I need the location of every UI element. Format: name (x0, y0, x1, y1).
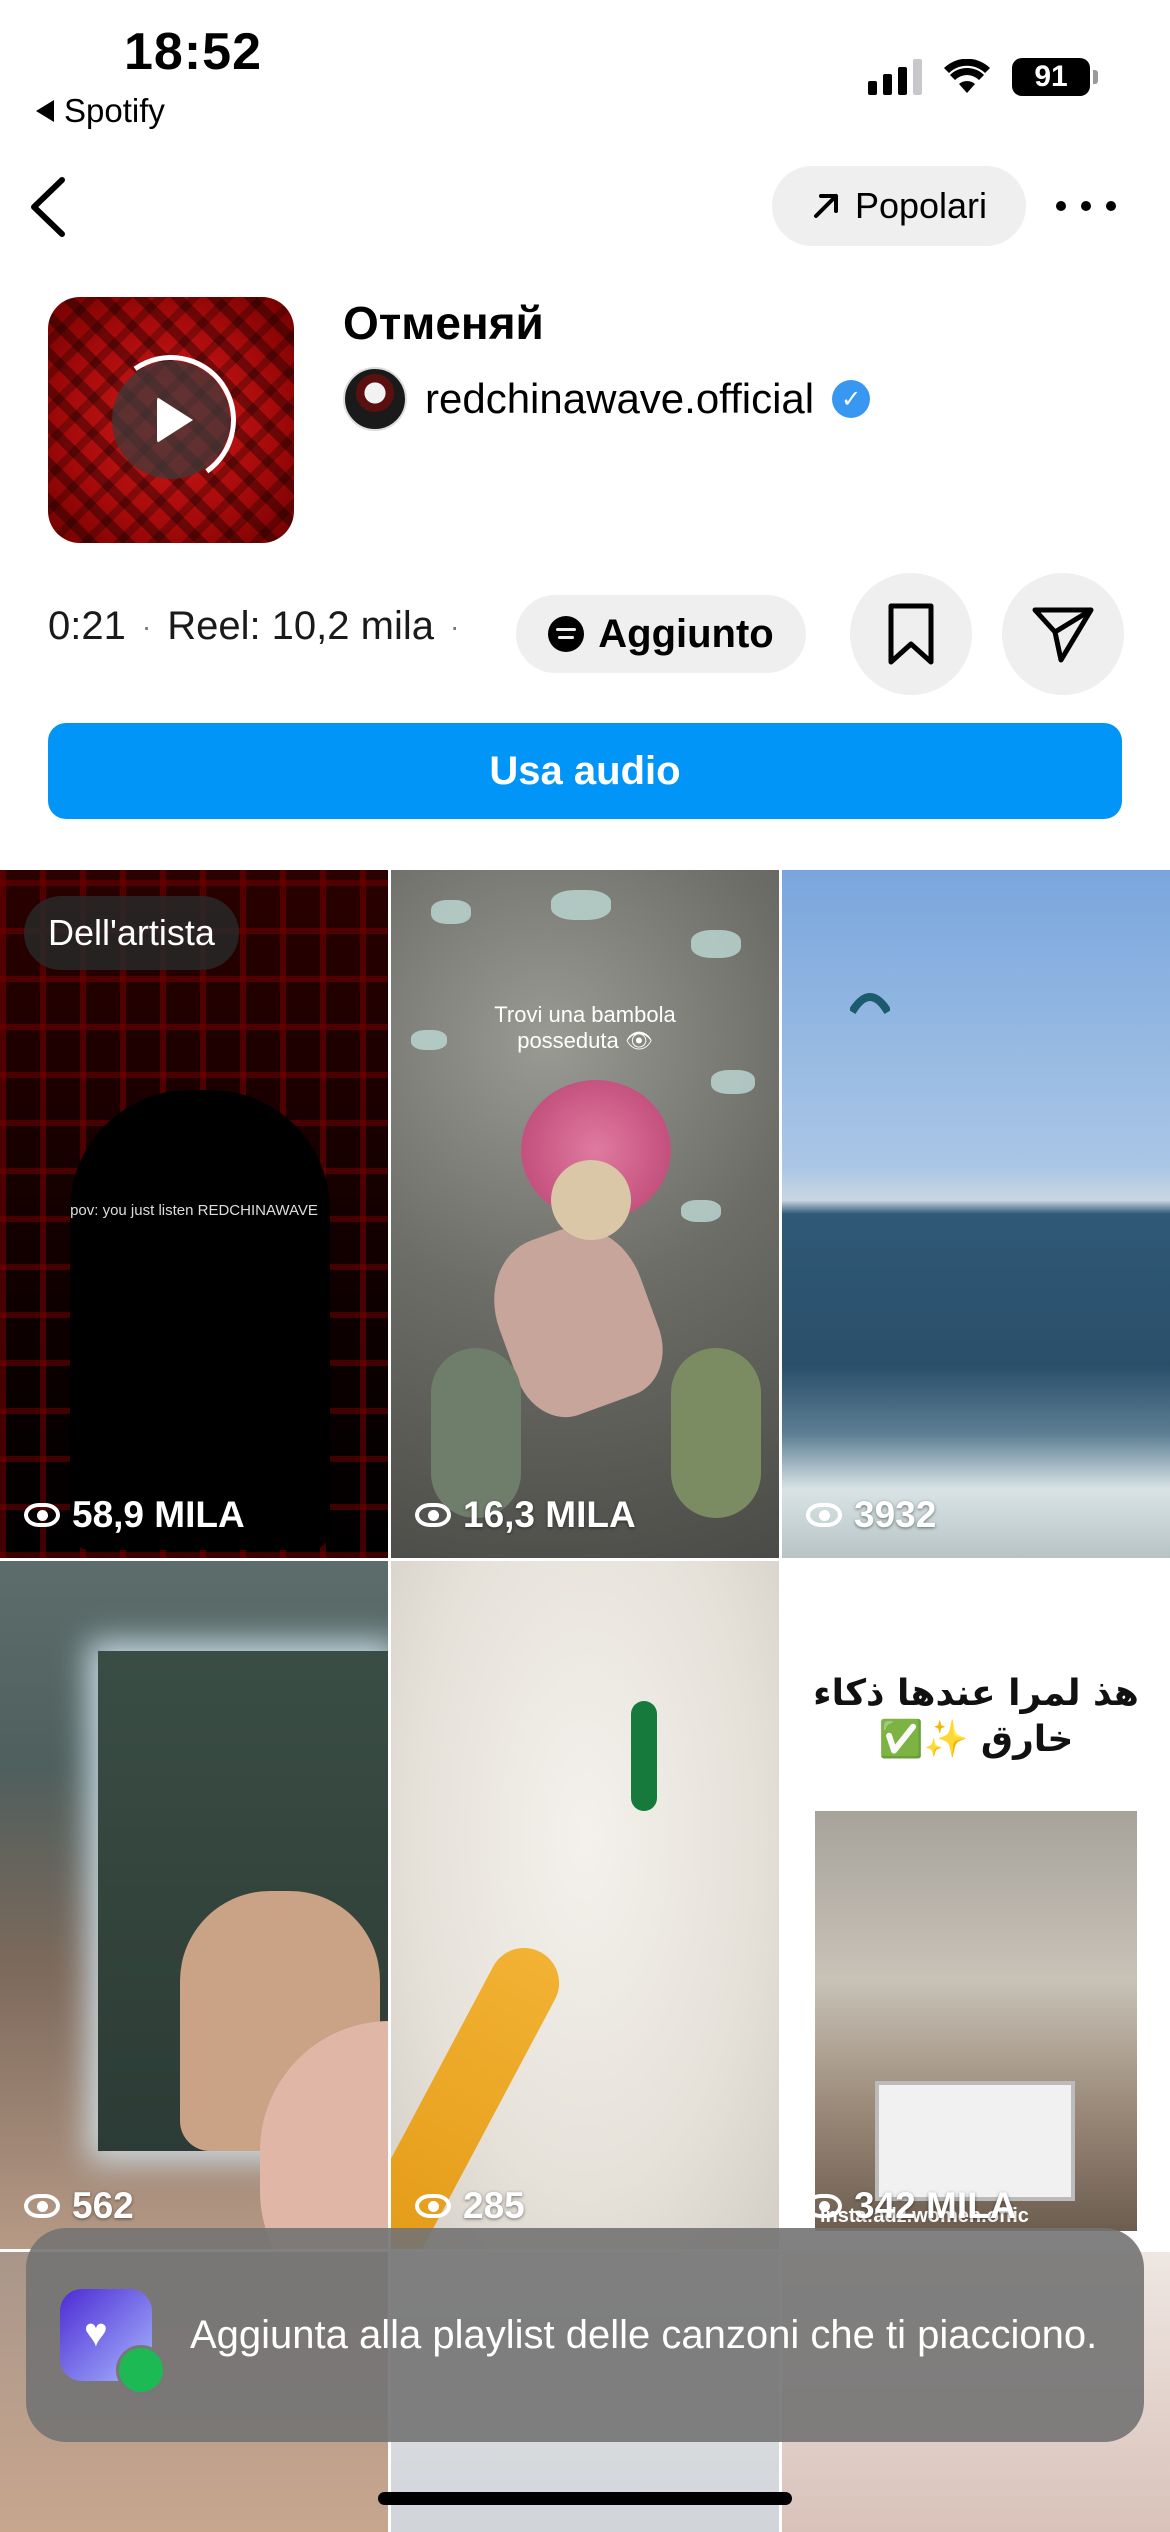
send-icon (1032, 607, 1094, 663)
reel-tile[interactable]: 285 (391, 1561, 779, 2249)
eye-icon (415, 1503, 451, 1527)
spotify-badge-icon (116, 2345, 166, 2395)
status-right: 91 (868, 58, 1098, 96)
reel-tile[interactable]: Dell'artista pov: you just listen REDCHI… (0, 870, 388, 1558)
eye-icon (415, 2194, 451, 2218)
reel-tile[interactable]: Trovi una bambola posseduta 👁 16,3 MILA (391, 870, 779, 1558)
home-indicator[interactable] (378, 2492, 792, 2505)
view-count-value: 562 (72, 2185, 134, 2226)
view-count-value: 285 (463, 2185, 525, 2226)
reel-tile[interactable]: 3932 (782, 870, 1170, 1558)
artist-badge: Dell'artista (24, 896, 239, 970)
use-audio-button[interactable]: Usa audio (48, 723, 1122, 819)
back-app-label: Spotify (64, 92, 165, 129)
view-count-value: 342 MILA (854, 2185, 1017, 2226)
artist-row[interactable]: redchinawave.official ✓ (343, 367, 871, 431)
reel-photo (815, 1811, 1137, 2231)
liked-songs-icon: ♥ (60, 2289, 166, 2395)
eye-icon (24, 1503, 60, 1527)
status-time: 18:52 (124, 23, 262, 81)
play-icon[interactable] (112, 361, 230, 479)
back-to-app-link[interactable]: Spotify (36, 92, 165, 130)
wifi-icon (944, 59, 990, 93)
separator-dot: · (141, 610, 152, 642)
toast-notification[interactable]: ♥ Aggiunta alla playlist delle canzoni c… (26, 2228, 1144, 2442)
view-count: 58,9 MILA (24, 1494, 245, 1536)
reel-caption: pov: you just listen REDCHINAWAVE (70, 1202, 318, 1219)
view-count-value: 16,3 MILA (463, 1494, 636, 1535)
silhouette-image (70, 1090, 330, 1550)
artist-avatar[interactable] (343, 367, 407, 431)
view-count: 16,3 MILA (415, 1494, 636, 1536)
reel-tile[interactable]: هذ لمرا عندها ذكاء خارق ✨✅ insta:adz.wom… (782, 1561, 1170, 2249)
view-count: 342 MILA (806, 2185, 1016, 2227)
audio-duration: 0:21 (48, 604, 126, 648)
audio-cover[interactable] (48, 297, 294, 543)
separator-dot: · (449, 610, 460, 642)
save-audio-button[interactable] (850, 573, 972, 695)
eye-icon (24, 2194, 60, 2218)
bookmark-icon (888, 603, 934, 665)
meta-row: 0:21 · Reel: 10,2 mila · (48, 604, 475, 649)
view-count-value: 3932 (854, 1494, 937, 1535)
added-label: Aggiunto (598, 611, 774, 656)
artist-name[interactable]: redchinawave.official (425, 375, 814, 423)
added-to-spotify-button[interactable]: Aggiunto (516, 595, 806, 673)
heart-icon: ♥ (84, 2311, 108, 2355)
view-count-value: 58,9 MILA (72, 1494, 245, 1535)
song-title: Отменяй (343, 297, 544, 349)
kite-image (850, 993, 890, 1015)
eye-icon (806, 2194, 842, 2218)
more-icon[interactable] (1056, 186, 1116, 226)
reel-tile[interactable]: 562 (0, 1561, 388, 2249)
battery-indicator: 91 (1012, 58, 1098, 96)
back-triangle-icon (36, 100, 54, 122)
spotify-icon (548, 616, 585, 652)
view-count: 285 (415, 2185, 525, 2227)
reels-count: Reel: 10,2 mila (167, 604, 434, 648)
share-audio-button[interactable] (1002, 573, 1124, 695)
reel-caption: Trovi una bambola posseduta 👁 (494, 1002, 676, 1053)
back-chevron-icon[interactable] (22, 172, 72, 242)
popular-button[interactable]: Popolari (772, 166, 1026, 246)
toast-message: Aggiunta alla playlist delle canzoni che… (190, 2313, 1098, 2357)
beetle-image (631, 1701, 657, 1811)
reel-caption: هذ لمرا عندها ذكاء خارق ✨✅ (813, 1673, 1139, 1760)
popular-label: Popolari (854, 185, 988, 226)
eye-icon (806, 1503, 842, 1527)
view-count: 562 (24, 2185, 134, 2227)
verified-icon: ✓ (832, 380, 871, 418)
trend-arrow-icon (813, 194, 838, 218)
view-count: 3932 (806, 1494, 936, 1536)
cellular-signal-icon (868, 59, 922, 95)
